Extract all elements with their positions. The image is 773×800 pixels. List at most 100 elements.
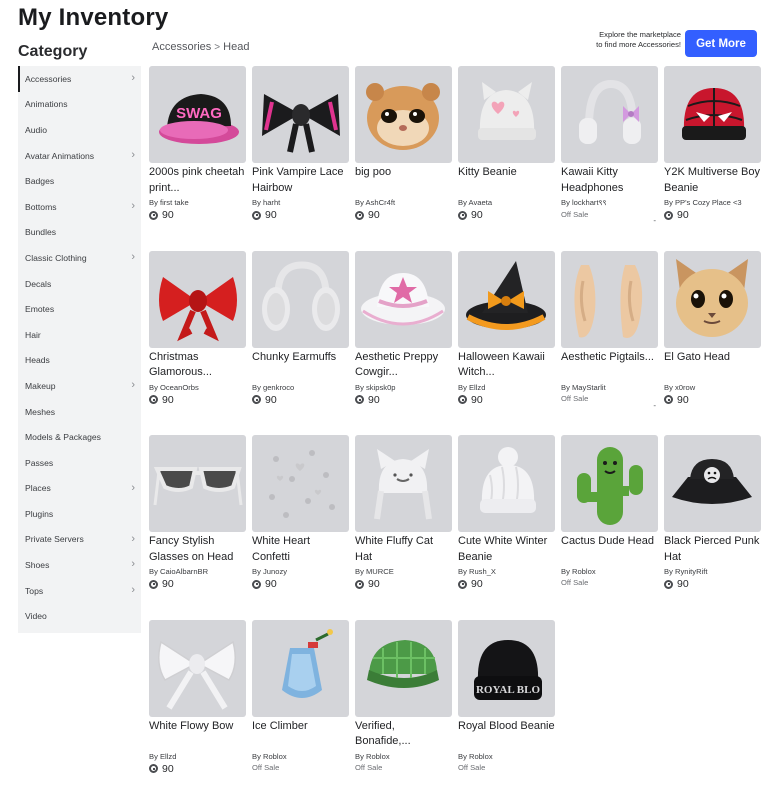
item-name[interactable]: Chunky Earmuffs: [252, 350, 349, 381]
inventory-item-card[interactable]: Christmas Glamorous... By OceanOrbs 90: [149, 250, 246, 426]
item-name[interactable]: Kitty Beanie: [458, 165, 555, 196]
item-name[interactable]: El Gato Head: [664, 350, 761, 381]
item-name[interactable]: Ice Climber: [252, 719, 349, 750]
ice-climber-icon[interactable]: [252, 619, 349, 717]
heart-confetti-icon[interactable]: [252, 435, 349, 532]
black-bow-icon[interactable]: [252, 66, 349, 163]
red-bow-icon[interactable]: [149, 250, 246, 348]
item-creator[interactable]: By MURCE: [355, 567, 452, 576]
sidebar-item-animations[interactable]: Animations: [18, 92, 141, 118]
item-name[interactable]: White Heart Confetti: [252, 534, 349, 565]
sidebar-item-makeup[interactable]: Makeup ›: [18, 373, 141, 399]
item-creator[interactable]: By Ellzd: [458, 383, 555, 392]
item-creator[interactable]: By lockhart९९: [561, 198, 658, 208]
item-name[interactable]: Halloween Kawaii Witch...: [458, 350, 555, 381]
inventory-item-card[interactable]: Chunky Earmuffs By genkroco 90: [252, 250, 349, 426]
green-cap-icon[interactable]: [355, 619, 452, 717]
sidebar-item-plugins[interactable]: Plugins: [18, 501, 141, 527]
item-creator[interactable]: By Ellzd: [149, 752, 246, 761]
sidebar-item-passes[interactable]: Passes: [18, 450, 141, 476]
white-bow-icon[interactable]: [149, 619, 246, 717]
sidebar-item-shoes[interactable]: Shoes ›: [18, 552, 141, 578]
item-creator[interactable]: By Roblox: [355, 752, 452, 761]
inventory-item-card[interactable]: SWAG 2000s pink cheetah print... By first …: [149, 66, 246, 241]
inventory-item-card[interactable]: Aesthetic Pigtails... By MayStarlit Off Sa…: [561, 250, 658, 426]
cat-hat-icon[interactable]: [355, 435, 452, 532]
sidebar-item-decals[interactable]: Decals: [18, 271, 141, 297]
item-creator[interactable]: By skipsk0p: [355, 383, 452, 392]
inventory-item-card[interactable]: White Heart Confetti By Junozy 90: [252, 435, 349, 610]
inventory-item-card[interactable]: El Gato Head By x0row 90: [664, 250, 761, 426]
kitty-beanie-icon[interactable]: [458, 66, 555, 163]
item-creator[interactable]: By x0row: [664, 383, 761, 392]
item-creator[interactable]: By harht: [252, 198, 349, 207]
item-creator[interactable]: By first take: [149, 198, 246, 207]
item-name[interactable]: Cute White Winter Beanie: [458, 534, 555, 565]
item-name[interactable]: Fancy Stylish Glasses on Head: [149, 534, 246, 565]
item-name[interactable]: White Fluffy Cat Hat: [355, 534, 452, 565]
inventory-item-card[interactable]: Halloween Kawaii Witch... By Ellzd 90: [458, 250, 555, 426]
pigtails-icon[interactable]: [561, 250, 658, 348]
inventory-item-card[interactable]: Pink Vampire Lace Hairbow By harht 90: [252, 66, 349, 241]
sidebar-item-hair[interactable]: Hair: [18, 322, 141, 348]
hamster-face-icon[interactable]: [355, 66, 452, 163]
sidebar-item-places[interactable]: Places ›: [18, 476, 141, 502]
item-creator[interactable]: By MayStarlit: [561, 383, 658, 392]
inventory-item-card[interactable]: Y2K Multiverse Boy Beanie By PP's Cozy Pl…: [664, 66, 761, 241]
inventory-item-card[interactable]: Ice Climber By Roblox Off Sale: [252, 619, 349, 795]
sidebar-item-badges[interactable]: Badges: [18, 168, 141, 194]
sidebar-item-video[interactable]: Video: [18, 603, 141, 629]
item-name[interactable]: Royal Blood Beanie: [458, 719, 555, 750]
item-name[interactable]: Christmas Glamorous...: [149, 350, 246, 381]
item-name[interactable]: 2000s pink cheetah print...: [149, 165, 246, 196]
cat-head-icon[interactable]: [664, 250, 761, 348]
item-creator[interactable]: By genkroco: [252, 383, 349, 392]
item-creator[interactable]: By Roblox: [458, 752, 555, 761]
inventory-item-card[interactable]: Black Pierced Punk Hat By RynityRift 90: [664, 435, 761, 610]
sidebar-item-heads[interactable]: Heads: [18, 348, 141, 374]
inventory-item-card[interactable]: big poo By AshCr4ft 90: [355, 66, 452, 241]
get-more-button[interactable]: Get More: [685, 30, 757, 57]
item-creator[interactable]: By Avaeta: [458, 198, 555, 207]
inventory-item-card[interactable]: Fancy Stylish Glasses on Head By CaioAlba…: [149, 435, 246, 610]
sidebar-item-audio[interactable]: Audio: [18, 117, 141, 143]
sidebar-item-avatar-animations[interactable]: Avatar Animations ›: [18, 143, 141, 169]
sidebar-item-bundles[interactable]: Bundles: [18, 220, 141, 246]
white-beanie-icon[interactable]: [458, 435, 555, 532]
inventory-item-card[interactable]: ROYAL BLO Royal Blood Beanie By Roblox Off …: [458, 619, 555, 795]
headphones-icon[interactable]: [561, 66, 658, 163]
cowgirl-hat-icon[interactable]: [355, 250, 452, 348]
inventory-item-card[interactable]: Cactus Dude Head By Roblox Off Sale: [561, 435, 658, 610]
bucket-hat-icon[interactable]: [664, 435, 761, 532]
item-creator[interactable]: By AshCr4ft: [355, 198, 452, 207]
witch-hat-icon[interactable]: [458, 250, 555, 348]
item-creator[interactable]: By Roblox: [252, 752, 349, 761]
item-name[interactable]: Kawaii Kitty Headphones: [561, 165, 658, 196]
pink-cap-icon[interactable]: SWAG: [149, 66, 246, 163]
item-creator[interactable]: By Roblox: [561, 567, 658, 576]
earmuffs-icon[interactable]: [252, 250, 349, 348]
royal-beanie-icon[interactable]: ROYAL BLO: [458, 619, 555, 717]
sidebar-item-models-packages[interactable]: Models & Packages: [18, 424, 141, 450]
inventory-item-card[interactable]: Kitty Beanie By Avaeta 90: [458, 66, 555, 241]
breadcrumb-parent[interactable]: Accessories: [152, 41, 211, 53]
item-name[interactable]: Verified, Bonafide,...: [355, 719, 452, 750]
sidebar-item-private-servers[interactable]: Private Servers ›: [18, 527, 141, 553]
inventory-item-card[interactable]: Cute White Winter Beanie By Rush_X 90: [458, 435, 555, 610]
inventory-item-card[interactable]: White Flowy Bow By Ellzd 90: [149, 619, 246, 795]
item-name[interactable]: big poo: [355, 165, 452, 196]
inventory-item-card[interactable]: White Fluffy Cat Hat By MURCE 90: [355, 435, 452, 610]
inventory-item-card[interactable]: Aesthetic Preppy Cowgir... By skipsk0p 90: [355, 250, 452, 426]
item-creator[interactable]: By Rush_X: [458, 567, 555, 576]
sidebar-item-classic-clothing[interactable]: Classic Clothing ›: [18, 245, 141, 271]
item-name[interactable]: Aesthetic Preppy Cowgir...: [355, 350, 452, 381]
item-creator[interactable]: By Junozy: [252, 567, 349, 576]
item-creator[interactable]: By RynityRift: [664, 567, 761, 576]
sidebar-item-accessories[interactable]: Accessories ›: [18, 66, 141, 92]
item-creator[interactable]: By OceanOrbs: [149, 383, 246, 392]
item-name[interactable]: White Flowy Bow: [149, 719, 246, 750]
cactus-icon[interactable]: [561, 435, 658, 532]
spider-beanie-icon[interactable]: [664, 66, 761, 163]
item-name[interactable]: Black Pierced Punk Hat: [664, 534, 761, 565]
sidebar-item-tops[interactable]: Tops ›: [18, 578, 141, 604]
